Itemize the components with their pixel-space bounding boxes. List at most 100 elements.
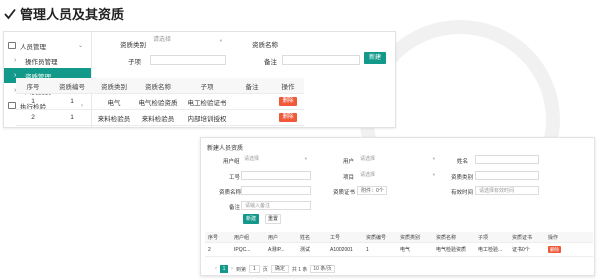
user-group-select[interactable]: 请选择 ▾ xyxy=(241,155,311,164)
col-no: 序号 xyxy=(26,83,40,91)
cert-label: 资质证书 xyxy=(333,190,356,196)
goto-page-input[interactable]: 1 xyxy=(249,265,260,273)
total-count: 共 1 条 xyxy=(291,266,308,273)
dialog-title: 新建人员资质 xyxy=(207,146,244,152)
col-qual-type: 资质类别 xyxy=(400,234,421,241)
cell-sub: 内部培训授权 xyxy=(187,115,227,123)
col-user: 用户 xyxy=(268,234,279,241)
cell-sub: 电工检验... xyxy=(478,247,503,253)
col-name: 姓名 xyxy=(300,234,311,241)
table-row: 2 1 来料检验员 来料检验员 内部培训授权 删除 xyxy=(16,110,304,126)
cell-code: 1 xyxy=(70,98,74,105)
col-no: 序号 xyxy=(208,234,219,241)
valid-date-input[interactable]: 请选择有效时间 xyxy=(475,186,539,195)
goto-confirm-button[interactable]: 确定 xyxy=(270,265,289,273)
item-select[interactable]: 请选择 ▾ xyxy=(357,171,439,180)
check-icon xyxy=(4,8,16,19)
new-personnel-qualification-dialog: 新建人员资质 用户组 请选择 ▾ 用户 请选择 ▾ 姓名 工号 项目 请选择 ▾… xyxy=(200,137,595,276)
caret-down-icon: ▾ xyxy=(432,156,435,161)
cell-no: 2 xyxy=(31,114,35,121)
cell-no: 1 xyxy=(31,98,35,105)
cell-type: 来料检验员 xyxy=(97,115,131,123)
user-group-placeholder: 请选择 xyxy=(244,156,260,162)
col-user-group: 用户组 xyxy=(234,234,250,241)
col-cert: 资质证书 xyxy=(512,234,533,241)
cell-action: 删除 xyxy=(545,246,573,253)
new-button[interactable]: 新建 xyxy=(364,52,386,64)
dialog-reset-button[interactable]: 重置 xyxy=(265,214,281,224)
caret-down-icon: ▾ xyxy=(304,156,307,161)
caret-down-icon: ▾ xyxy=(219,38,222,43)
page-title: 管理人员及其资质 xyxy=(20,7,125,22)
col-action: 操作 xyxy=(281,83,295,91)
page-unit: 页 xyxy=(262,266,268,273)
delete-button[interactable]: 删除 xyxy=(279,113,297,122)
next-page-icon[interactable]: › xyxy=(231,266,233,272)
note-input[interactable] xyxy=(282,55,360,65)
id-label: 工号 xyxy=(229,175,241,181)
note-label: 备注 xyxy=(264,59,277,66)
prev-page-icon[interactable]: ‹ xyxy=(215,266,217,272)
col-sub: 子项 xyxy=(478,234,489,241)
qualification-table: 序号 资质编号 资质类别 资质名称 子项 备注 操作 1 1 电气 电气检验资质… xyxy=(16,78,304,126)
valid-label: 有效时间 xyxy=(451,190,474,196)
delete-button[interactable]: 删除 xyxy=(548,246,561,253)
qual-name-input[interactable] xyxy=(241,186,311,195)
dialog-table-row: 2 IPQC... A测IP... 测试 A1002001 1 电气 电气检验资… xyxy=(205,243,593,257)
cell-no: 2 xyxy=(208,246,211,253)
sub-label: 子项 xyxy=(128,59,141,66)
item-placeholder: 请选择 xyxy=(360,172,376,178)
chevron-right-icon: › xyxy=(14,57,17,64)
sidebar-item-label: 操作员管理 xyxy=(25,58,58,66)
caret-down-icon: ▾ xyxy=(432,172,435,177)
note-label: 备注 xyxy=(229,205,241,211)
dialog-table-header: 序号 用户组 用户 姓名 工号 资质编号 资质类别 资质名称 子项 资质证书 操… xyxy=(205,232,593,243)
delete-button[interactable]: 删除 xyxy=(279,97,297,106)
name-label: 资质名称 xyxy=(252,42,278,49)
note-placeholder: 请输入备注 xyxy=(245,203,271,209)
cell-type: 电气 xyxy=(107,99,121,107)
cell-qual-type: 电气 xyxy=(400,247,411,253)
user-label: 用户 xyxy=(343,159,355,165)
per-page-select[interactable]: 10 条/页 xyxy=(310,265,335,273)
cell-code: 1 xyxy=(70,114,74,121)
cell-id: A1002001 xyxy=(330,246,353,253)
page-number[interactable]: 1 xyxy=(220,265,228,273)
user-placeholder: 请选择 xyxy=(360,156,376,162)
cell-cert[interactable]: 证书0个 xyxy=(509,246,545,253)
sidebar-group-label: 人员管理 xyxy=(20,43,46,51)
cert-attachment[interactable]: 附件：0个 xyxy=(357,186,387,195)
cell-qual-code: 1 xyxy=(366,246,369,253)
filter-form: 资质类别 请选择 ▾ 资质名称 子项 备注 新建 xyxy=(96,32,394,70)
name-label: 姓名 xyxy=(457,159,469,165)
qualification-panel: 人员管理 ⌄ › 操作员管理 › 资质管理 › 人员资质 执行检验 › 资质类 xyxy=(3,31,396,128)
cell-sub: 电工检验证书 xyxy=(187,99,227,107)
pagination: ‹ 1 › 到第 1 页 确定 共 1 条 10 条/页 xyxy=(215,265,335,273)
name-input[interactable] xyxy=(475,155,539,164)
type-select[interactable]: 请选择 ▾ xyxy=(150,36,226,46)
valid-placeholder: 请选择有效时间 xyxy=(479,188,515,194)
user-group-label: 用户组 xyxy=(223,159,240,165)
dialog-table: 序号 用户组 用户 姓名 工号 资质编号 资质类别 资质名称 子项 资质证书 操… xyxy=(205,232,593,257)
col-qual-name: 资质名称 xyxy=(436,234,457,241)
table-row: 1 1 电气 电气检验资质 电工检验证书 删除 xyxy=(16,94,304,110)
type-label: 资质类别 xyxy=(120,42,146,49)
id-input[interactable] xyxy=(241,171,311,180)
col-sub: 子项 xyxy=(200,83,214,91)
col-qual-code: 资质编号 xyxy=(366,234,387,241)
col-type: 资质类别 xyxy=(101,83,127,91)
sidebar-item-operators[interactable]: › 操作员管理 xyxy=(4,53,91,68)
item-label: 项目 xyxy=(343,175,355,181)
cell-qual-name: 电气检验资质 xyxy=(436,247,467,253)
sub-input[interactable] xyxy=(150,55,226,65)
table-header: 序号 资质编号 资质类别 资质名称 子项 备注 操作 xyxy=(16,78,304,94)
note-input[interactable]: 请输入备注 xyxy=(241,201,311,210)
cell-action: 删除 xyxy=(272,97,304,106)
page: 管理人员及其资质 人员管理 ⌄ › 操作员管理 › 资质管理 › 人员资质 xyxy=(0,0,600,280)
sidebar-group-personnel[interactable]: 人员管理 ⌄ xyxy=(4,38,91,53)
cell-user: A测IP... xyxy=(268,247,285,253)
dialog-new-button[interactable]: 新建 xyxy=(243,214,259,224)
user-select[interactable]: 请选择 ▾ xyxy=(357,155,439,164)
type-input[interactable] xyxy=(475,171,539,180)
chevron-down-icon: ⌄ xyxy=(77,43,83,49)
